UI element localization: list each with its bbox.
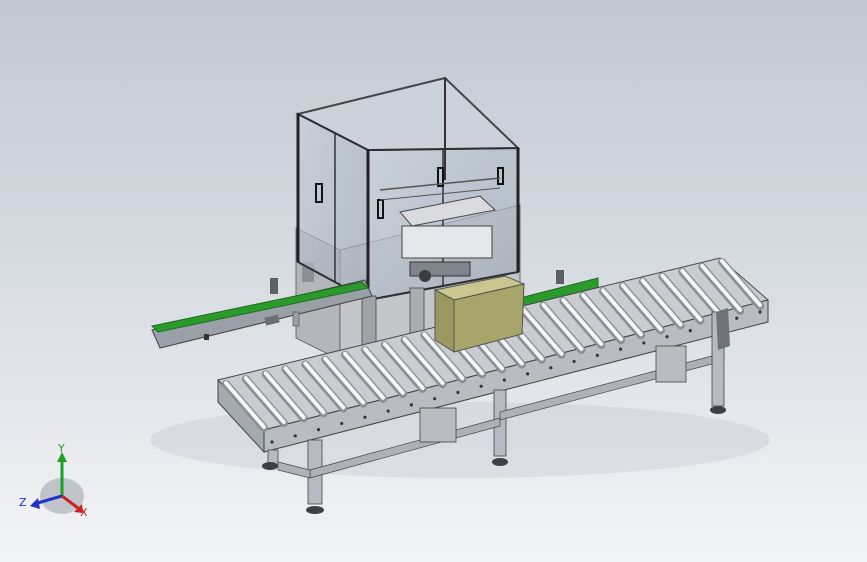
- rail-hole: [316, 428, 321, 432]
- rail-hole: [340, 421, 344, 426]
- rail-hole: [735, 316, 739, 320]
- rail-hole: [479, 384, 483, 388]
- rail-hole: [502, 378, 506, 382]
- z-axis-label: Z: [19, 496, 27, 509]
- case-packer-assembly-model[interactable]: [0, 0, 867, 562]
- rail-hole: [665, 335, 669, 339]
- rail-hole: [642, 341, 646, 345]
- rail-hole: [595, 353, 599, 357]
- rail-hole: [688, 328, 692, 333]
- rail-hole: [293, 434, 297, 438]
- rail-hole: [618, 347, 623, 351]
- rail-hole: [456, 390, 460, 395]
- y-axis-label: Y: [58, 442, 65, 455]
- glass-guard-enclosure: [295, 76, 521, 302]
- graphics-viewport[interactable]: Y Z X: [0, 0, 867, 562]
- rail-hole: [758, 310, 762, 314]
- rail-hole: [549, 366, 553, 370]
- rail-hole: [526, 372, 530, 376]
- rail-hole: [270, 440, 274, 444]
- rail-hole: [572, 359, 576, 364]
- view-orientation-triad[interactable]: Y Z X: [0, 440, 110, 530]
- rail-hole: [386, 409, 390, 413]
- rail-hole: [409, 403, 414, 407]
- z-axis-arrowhead: [30, 498, 40, 509]
- rail-hole: [363, 415, 367, 419]
- rail-hole: [433, 397, 437, 401]
- x-axis-label: X: [80, 506, 88, 519]
